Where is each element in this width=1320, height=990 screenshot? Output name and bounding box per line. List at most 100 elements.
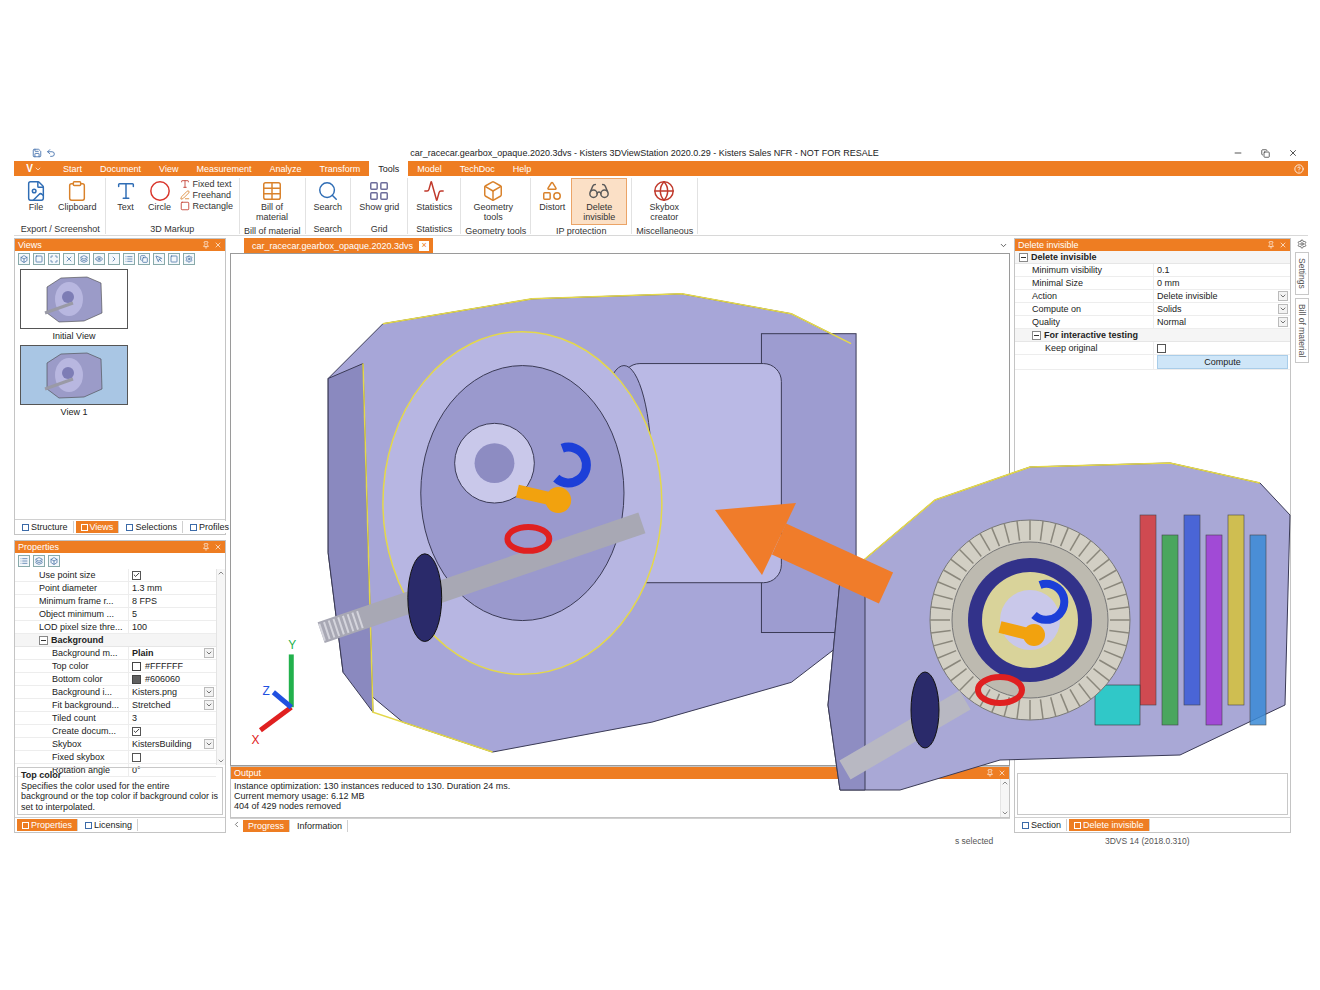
property-row[interactable]: Compute <box>1015 355 1290 370</box>
menu-tab[interactable]: Start <box>54 161 91 176</box>
property-group[interactable]: For interactive testing <box>1015 329 1290 342</box>
settings-icon[interactable] <box>1297 239 1307 249</box>
view-tool-button[interactable] <box>93 253 105 265</box>
side-tab[interactable]: Settings <box>1295 252 1309 295</box>
ribbon-small-button[interactable]: Freehand <box>178 190 236 200</box>
property-value[interactable] <box>129 569 216 581</box>
ribbon-button[interactable]: Circle <box>144 178 176 222</box>
property-value[interactable]: Solids <box>1154 303 1290 315</box>
property-row[interactable]: Bottom color#606060 <box>15 673 216 686</box>
property-row[interactable]: Minimum frame r...8 FPS <box>15 595 216 608</box>
text-value[interactable]: 0.1 <box>1157 265 1288 275</box>
document-close-button[interactable]: × <box>419 241 429 251</box>
property-row[interactable]: Fixed skybox <box>15 751 216 764</box>
output-scrollbar[interactable] <box>1000 779 1009 817</box>
property-row[interactable]: Minimum visibility0.1 <box>1015 264 1290 277</box>
view-thumbnail[interactable]: View 1 <box>19 345 129 417</box>
scrollbar[interactable] <box>216 569 225 765</box>
property-group[interactable]: Delete invisible <box>1015 251 1290 264</box>
3d-viewport[interactable]: XYZ <box>230 253 1010 766</box>
property-value[interactable]: #FFFFFF <box>129 660 216 672</box>
dropdown-arrow-icon[interactable] <box>1278 291 1288 301</box>
ribbon-button[interactable]: Bill of material <box>244 178 300 225</box>
tabs-left-icon[interactable] <box>232 820 241 829</box>
dropdown-arrow-icon[interactable] <box>204 700 214 710</box>
view-tool-button[interactable] <box>78 253 90 265</box>
property-row[interactable]: Top color#FFFFFF <box>15 660 216 673</box>
text-value[interactable]: 3 <box>132 713 214 723</box>
left-panel-tab[interactable]: Structure <box>17 521 74 533</box>
property-value[interactable]: #606060 <box>129 673 216 685</box>
expand-toggle-icon[interactable] <box>1032 331 1041 340</box>
ribbon-button[interactable]: Clipboard <box>54 178 101 222</box>
ribbon-button[interactable]: Distort <box>535 178 569 222</box>
close-icon[interactable] <box>214 241 222 249</box>
color-swatch[interactable] <box>132 675 141 684</box>
menu-tab[interactable]: TechDoc <box>451 161 504 176</box>
right-panel-tab[interactable]: Section <box>1017 819 1067 831</box>
scroll-down-icon[interactable] <box>1001 809 1009 817</box>
scroll-down-icon[interactable] <box>217 757 225 765</box>
view-tool-button[interactable] <box>153 253 165 265</box>
save-icon[interactable] <box>32 148 42 158</box>
left-panel-tab[interactable]: Profiles <box>185 521 235 533</box>
restore-icon[interactable] <box>1261 149 1270 158</box>
property-row[interactable]: Use point size <box>15 569 216 582</box>
property-row[interactable]: Create docum... <box>15 725 216 738</box>
document-tab[interactable]: car_racecar.gearbox_opaque.2020.3dvs× <box>244 238 433 253</box>
pin-icon[interactable] <box>986 769 994 777</box>
side-tab[interactable]: Bill of material <box>1295 298 1309 363</box>
ribbon-button[interactable]: Statistics <box>412 178 456 222</box>
view-tool-button[interactable] <box>33 253 45 265</box>
property-row[interactable]: Keep original <box>1015 342 1290 355</box>
view-tool-button[interactable] <box>48 253 60 265</box>
menu-tab[interactable]: Transform <box>310 161 369 176</box>
dropdown-arrow-icon[interactable] <box>204 687 214 697</box>
help-button[interactable] <box>1294 161 1304 176</box>
property-value[interactable]: 0.1 <box>1154 264 1290 276</box>
ribbon-button[interactable]: Show grid <box>355 178 403 222</box>
close-icon[interactable] <box>1279 241 1287 249</box>
property-row[interactable]: Compute onSolids <box>1015 303 1290 316</box>
property-value[interactable]: Kisters.png <box>129 686 216 698</box>
property-row[interactable]: Background i...Kisters.png <box>15 686 216 699</box>
menu-tab[interactable]: Help <box>504 161 541 176</box>
expand-toggle-icon[interactable] <box>1019 253 1028 262</box>
checkbox[interactable] <box>1157 344 1166 353</box>
property-value[interactable]: Plain <box>129 647 216 659</box>
property-value[interactable] <box>1154 342 1290 354</box>
ribbon-button[interactable]: File <box>20 178 52 222</box>
dropdown-arrow-icon[interactable] <box>204 648 214 658</box>
close-window-icon[interactable] <box>1288 148 1298 158</box>
ribbon-button[interactable]: Skybox creator <box>636 178 692 225</box>
ribbon-button[interactable]: Geometry tools <box>465 178 521 225</box>
output-tab[interactable]: Information <box>292 820 348 832</box>
property-row[interactable]: QualityNormal <box>1015 316 1290 329</box>
text-value[interactable]: 0 mm <box>1157 278 1288 288</box>
left-panel-tab[interactable]: Selections <box>121 521 183 533</box>
property-value[interactable]: 5 <box>129 608 216 620</box>
ribbon-small-button[interactable]: Fixed text <box>178 179 236 189</box>
property-value[interactable]: 3 <box>129 712 216 724</box>
app-button[interactable]: V <box>14 161 54 176</box>
menu-tab[interactable]: Tools <box>369 161 408 176</box>
pin-icon[interactable] <box>202 543 210 551</box>
dropdown-arrow-icon[interactable] <box>1278 304 1288 314</box>
property-row[interactable]: SkyboxKistersBuilding <box>15 738 216 751</box>
text-value[interactable]: 1.3 mm <box>132 583 214 593</box>
property-value[interactable]: Normal <box>1154 316 1290 328</box>
property-value[interactable] <box>129 725 216 737</box>
checkbox[interactable] <box>132 727 141 736</box>
property-value[interactable]: Stretched <box>129 699 216 711</box>
ribbon-button[interactable]: Delete invisible <box>571 178 627 225</box>
checkbox[interactable] <box>132 753 141 762</box>
document-menu[interactable] <box>999 238 1010 253</box>
ribbon-button[interactable]: Text <box>110 178 142 222</box>
menu-tab[interactable]: Document <box>91 161 150 176</box>
properties-panel-tab[interactable]: Licensing <box>80 819 138 831</box>
property-value[interactable]: Compute <box>1154 355 1290 369</box>
property-value[interactable]: 0 mm <box>1154 277 1290 289</box>
property-value[interactable]: 100 <box>129 621 216 633</box>
property-value[interactable] <box>129 751 216 763</box>
property-row[interactable]: Fit background...Stretched <box>15 699 216 712</box>
